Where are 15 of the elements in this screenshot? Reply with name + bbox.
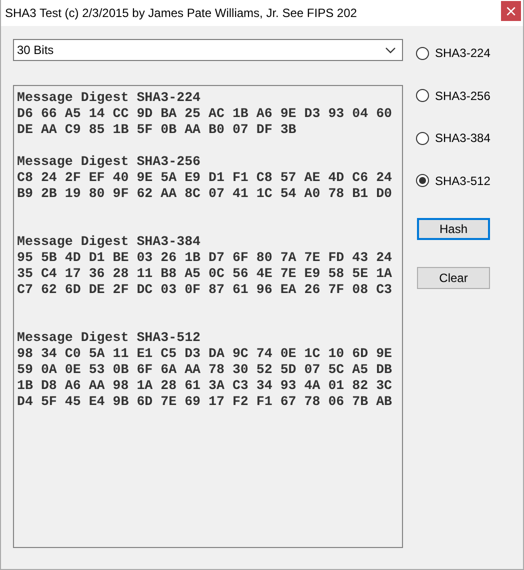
radio-label[interactable]: SHA3-512: [435, 174, 490, 188]
chevron-down-icon: [385, 46, 396, 54]
action-button[interactable]: Clear: [417, 267, 490, 289]
action-button[interactable]: Hash: [417, 218, 490, 240]
close-button[interactable]: ×: [501, 1, 521, 21]
window-title: SHA3 Test (c) 2/3/2015 by James Pate Williams, Jr. See FIPS 202: [5, 6, 357, 20]
radio-button[interactable]: [416, 174, 429, 187]
radio-label[interactable]: SHA3-384: [435, 131, 490, 145]
radio-button[interactable]: [416, 89, 429, 102]
radio-label[interactable]: SHA3-224: [435, 46, 490, 60]
radio-button[interactable]: [416, 132, 429, 144]
radio-label[interactable]: SHA3-256: [435, 88, 490, 102]
bits-dropdown[interactable]: 30 Bits: [13, 39, 403, 61]
digest-output-field[interactable]: Message Digest SHA3-224 D6 66 A5 14 CC 9D BA 25 AC 1B A6 9E D3 93 04 60 DE AA C9 85 1B 5F 0B AA B0 07 DF 3B Message Digest SHA3-256 C8 24 2F EF 40 9E 5A E9 D1 F1 C8 57 AE 4D C6 24 B9 2B 19 80 9F 62 AA 8C 07 41 1C 54 A0 78 B1 D0 Message Digest SHA3-384 95 5B 4D D1 BE 03 26 1B D7 6F 80 7A 7E FD 43 24 35 C4 17 36 28 11 B8 A5 0C 56 4E 7E E9 58 5E 1A C7 62 6D DE 2F DC 03 0F 87 61 96 EA 26 7F 08 C3 Message Digest SHA3-512 98 34 C0 5A 11 E1 C5 D3 DA 9C 74 0E 1C 10 6D 9E 59 0A 0E 53 0B 6F 6A AA 78 30 52 5D 07 5C A5 DB 1B D8 A6 AA 98 1A 28 61 3A C3 34 93 4A 01 82 3C D4 5F 45 E4 9B 6D 7E 69 17 F2 F1 67 78 06 7B AB: [13, 85, 403, 548]
radio-button[interactable]: [416, 46, 429, 60]
